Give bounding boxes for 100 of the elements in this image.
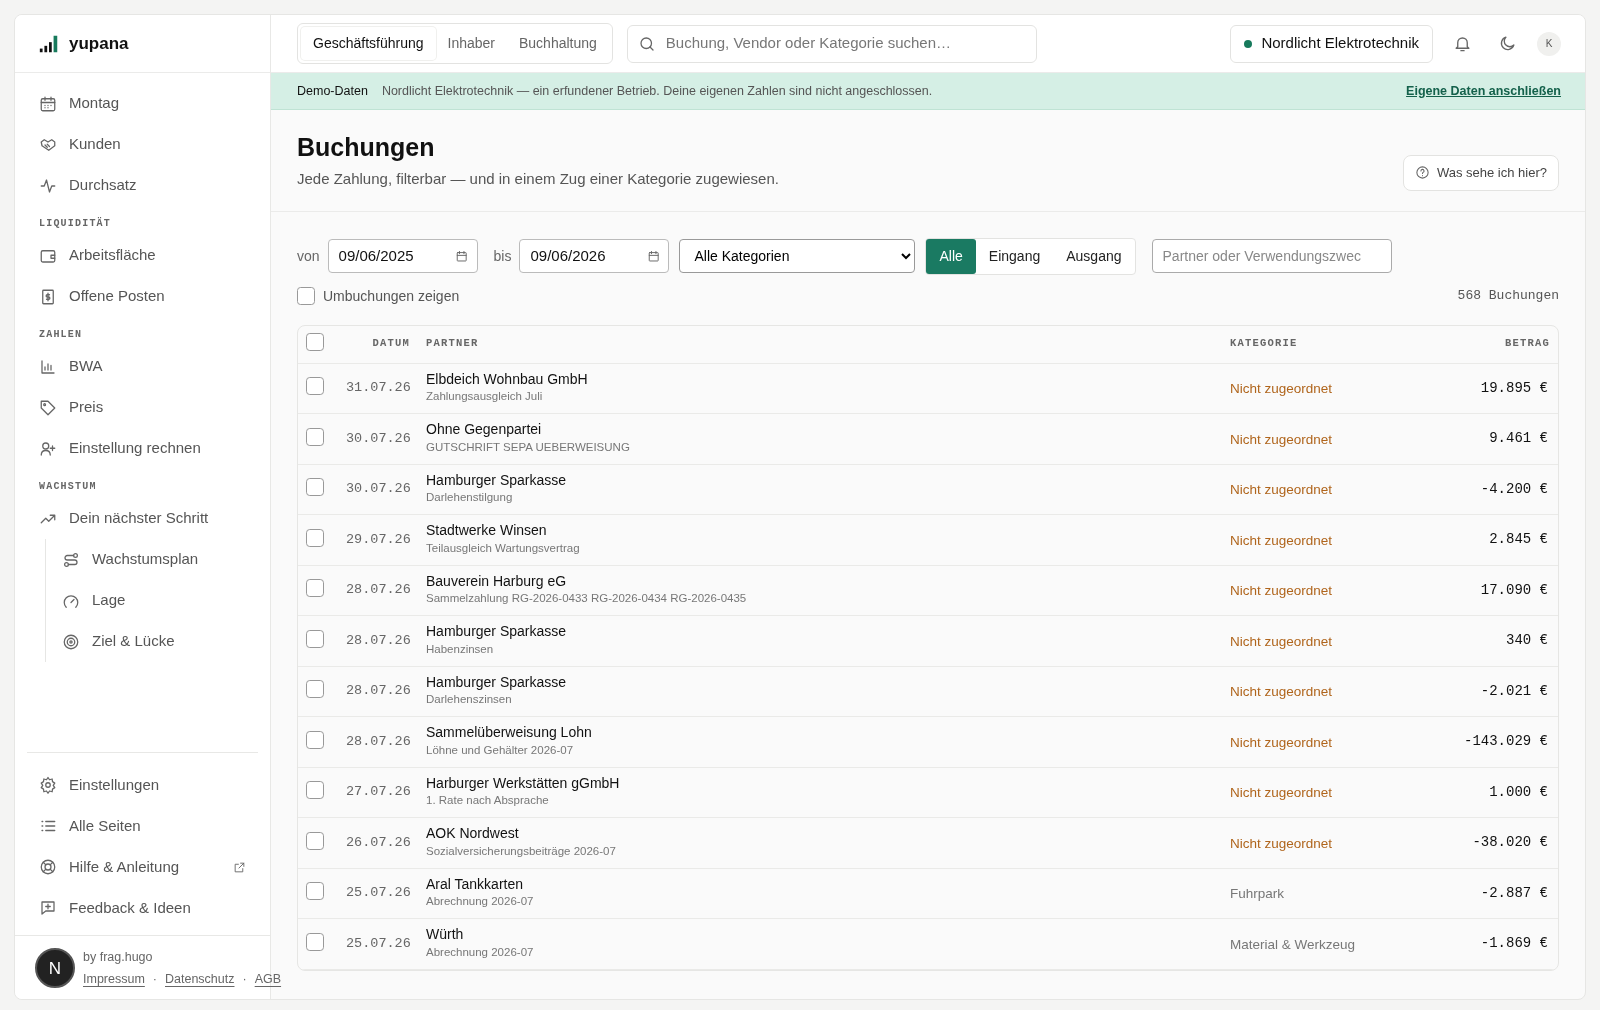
sidebar-item[interactable]: Arbeitsfläche bbox=[15, 235, 270, 276]
category-label[interactable]: Fuhrpark bbox=[1230, 886, 1285, 901]
category-label[interactable]: Nicht zugeordnet bbox=[1230, 835, 1333, 851]
date-cell-text: 25.07.26 bbox=[346, 884, 412, 903]
role-tab[interactable]: Inhaber bbox=[435, 27, 507, 60]
column-header[interactable]: DATUM bbox=[346, 336, 426, 352]
select-all-checkbox[interactable] bbox=[306, 332, 324, 351]
sidebar-item[interactable]: Kunden bbox=[15, 124, 270, 165]
column-header[interactable]: PARTNER bbox=[426, 336, 1230, 352]
date-cell-text: 28.07.26 bbox=[346, 631, 412, 650]
partner-search-field[interactable]: Partner oder Verwendungszwec bbox=[1151, 239, 1392, 273]
partner-name: Hamburger Sparkasse bbox=[426, 471, 568, 490]
column-header[interactable]: KATEGORIE bbox=[1230, 336, 1430, 352]
row-checkbox[interactable] bbox=[306, 781, 324, 799]
sidebar-item[interactable]: Dein nächster Schritt bbox=[15, 498, 270, 539]
help-button[interactable]: Was sehe ich hier? bbox=[1402, 155, 1559, 191]
user-avatar[interactable]: K bbox=[1537, 31, 1561, 56]
payment-purpose: Darlehenstilgung bbox=[426, 490, 514, 506]
payment-purpose: GUTSCHRIFT SEPA UEBERWEISUNG bbox=[426, 439, 631, 455]
settings-icon bbox=[39, 776, 57, 794]
amount-cell-text: 1.000 € bbox=[1488, 782, 1549, 802]
sidebar-item[interactable]: Einstellungen bbox=[27, 764, 258, 806]
tag-icon bbox=[39, 398, 57, 417]
row-checkbox[interactable] bbox=[306, 377, 324, 395]
app-logo[interactable]: yupana bbox=[69, 30, 129, 57]
section-heading: WACHSTUM bbox=[38, 480, 98, 494]
category-label[interactable]: Material & Werkzeug bbox=[1230, 936, 1356, 952]
amount-cell-text: 19.895 € bbox=[1479, 378, 1549, 398]
sidebar-subitem[interactable]: Lage bbox=[45, 580, 270, 621]
sidebar-item[interactable]: Durchsatz bbox=[15, 165, 270, 206]
search-field[interactable]: Buchung, Vendor oder Kategorie suchen… bbox=[663, 31, 1026, 56]
footer-link[interactable]: Impressum bbox=[83, 970, 145, 989]
payment-purpose: Zahlungsausgleich Juli bbox=[426, 389, 544, 405]
search-box[interactable]: Buchung, Vendor oder Kategorie suchen… bbox=[626, 24, 1037, 63]
sidebar-item[interactable]: Hilfe & Anleitung bbox=[27, 846, 258, 888]
pulse-icon bbox=[39, 176, 57, 195]
row-checkbox[interactable] bbox=[306, 579, 324, 597]
page-subtitle: Jede Zahlung, filterbar — und in einem Zug einer Kategorie zugewiesen. bbox=[297, 169, 779, 189]
amount-cell-text: -4.200 € bbox=[1479, 479, 1549, 499]
partner-name: AOK Nordwest bbox=[426, 825, 520, 843]
sidebar-subitem[interactable]: Wachstumsplan bbox=[45, 539, 270, 580]
partner-name: Bauverein Harburg eG bbox=[426, 572, 568, 591]
row-checkbox[interactable] bbox=[306, 478, 324, 496]
footer-link[interactable]: AGB bbox=[254, 970, 282, 989]
payment-purpose: Sozialversicherungsbeiträge 2026-07 bbox=[426, 843, 617, 859]
date-cell-text: 26.07.26 bbox=[346, 833, 412, 852]
row-checkbox[interactable] bbox=[306, 528, 324, 547]
category-label[interactable]: Nicht zugeordnet bbox=[1230, 482, 1333, 497]
sidebar-item[interactable]: Alle Seiten bbox=[27, 805, 258, 847]
category-label[interactable]: Nicht zugeordnet bbox=[1230, 532, 1333, 548]
company-selector[interactable]: Nordlicht Elektrotechnik bbox=[1230, 24, 1433, 63]
direction-toggle[interactable]: Ausgang bbox=[1053, 238, 1135, 274]
sidebar-subitem[interactable]: Ziel & Lücke bbox=[45, 621, 270, 662]
category-label[interactable]: Nicht zugeordnet bbox=[1230, 734, 1333, 750]
row-checkbox[interactable] bbox=[306, 680, 324, 698]
row-checkbox[interactable] bbox=[306, 427, 324, 446]
date-picker[interactable]: 09/06/2025 bbox=[327, 239, 478, 273]
search-icon bbox=[637, 34, 656, 53]
direction-toggle[interactable]: Eingang bbox=[975, 238, 1054, 274]
partner-name: Hamburger Sparkasse bbox=[426, 673, 568, 692]
show-transfers-option[interactable]: Umbuchungen zeigen bbox=[297, 285, 460, 307]
category-label[interactable]: Nicht zugeordnet bbox=[1230, 431, 1333, 447]
footer-link[interactable]: Datenschutz bbox=[165, 970, 235, 989]
date-picker[interactable]: 09/06/2026 bbox=[519, 239, 670, 273]
row-checkbox[interactable] bbox=[306, 831, 324, 850]
row-checkbox[interactable] bbox=[306, 629, 324, 648]
target-icon bbox=[62, 632, 80, 651]
amount-cell-text: -2.021 € bbox=[1479, 681, 1549, 701]
amount-cell-text: 9.461 € bbox=[1488, 429, 1549, 449]
amount-cell-text: 17.090 € bbox=[1479, 580, 1549, 600]
sidebar-item[interactable]: Einstellung rechnen bbox=[15, 428, 270, 469]
column-header[interactable]: BETRAG bbox=[1430, 336, 1550, 352]
sidebar-item[interactable]: Montag bbox=[15, 83, 270, 124]
sidebar-item[interactable]: Feedback & Ideen bbox=[27, 887, 258, 929]
checkbox[interactable] bbox=[297, 287, 315, 305]
payment-purpose: Abrechnung 2026-07 bbox=[426, 944, 535, 960]
payment-purpose: Abrechnung 2026-07 bbox=[426, 894, 535, 910]
direction-toggle[interactable]: Alle bbox=[926, 238, 976, 274]
moon-icon bbox=[1498, 34, 1517, 53]
sidebar-item[interactable]: Preis bbox=[15, 387, 270, 428]
row-checkbox[interactable] bbox=[306, 882, 324, 900]
role-tab[interactable]: Buchhaltung bbox=[507, 27, 609, 60]
route-icon bbox=[62, 550, 80, 569]
date-field[interactable]: 09/06/2025 bbox=[336, 243, 456, 269]
connect-data-link[interactable]: Eigene Daten anschließen bbox=[1406, 81, 1561, 101]
row-checkbox[interactable] bbox=[306, 932, 324, 951]
dev-badge[interactable]: N bbox=[35, 948, 75, 989]
category-label[interactable]: Nicht zugeordnet bbox=[1230, 381, 1333, 396]
sidebar-item[interactable]: Offene Posten bbox=[15, 276, 270, 317]
date-field[interactable]: 09/06/2026 bbox=[528, 243, 648, 269]
category-select[interactable]: Alle Kategorien bbox=[679, 239, 916, 273]
sidebar-item[interactable]: BWA bbox=[15, 346, 270, 387]
category-label[interactable]: Nicht zugeordnet bbox=[1230, 684, 1333, 699]
row-checkbox[interactable] bbox=[306, 730, 324, 749]
payment-purpose: 1. Rate nach Absprache bbox=[426, 793, 550, 809]
amount-cell-text: 2.845 € bbox=[1488, 530, 1549, 550]
role-tab[interactable]: Geschäftsführung bbox=[301, 27, 436, 60]
category-label[interactable]: Nicht zugeordnet bbox=[1230, 583, 1333, 598]
category-label[interactable]: Nicht zugeordnet bbox=[1230, 633, 1333, 649]
category-label[interactable]: Nicht zugeordnet bbox=[1230, 785, 1333, 800]
